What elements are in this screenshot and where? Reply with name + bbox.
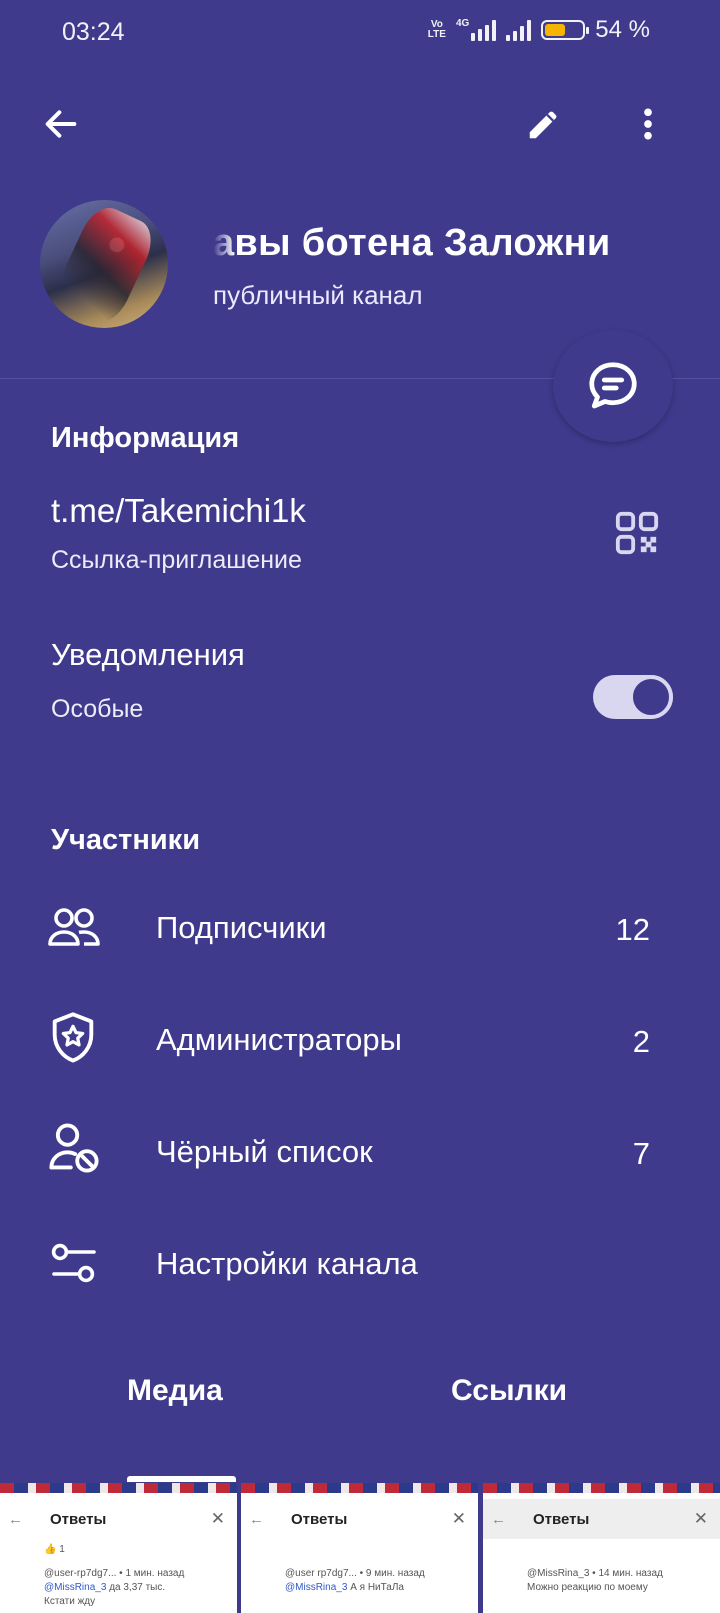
users-icon [48, 908, 100, 946]
media-thumbnail[interactable]: ← Ответы ✕ @MissRina_3 • 14 мин. назад М… [483, 1483, 720, 1613]
signal-bars-icon [471, 19, 497, 41]
channel-settings-label: Настройки канала [156, 1246, 418, 1281]
sliders-icon [51, 1243, 96, 1283]
notifications-label: Уведомления [51, 637, 245, 672]
administrators-row[interactable]: Администраторы 2 [0, 1002, 720, 1080]
edit-button[interactable] [520, 100, 568, 148]
thumb-back-icon: ← [249, 1510, 264, 1528]
invite-link-row[interactable]: t.me/Takemichi1k Ссылка-приглашение [0, 480, 720, 590]
volte-indicator: Vo LTE [427, 19, 446, 40]
info-section-title: Информация [51, 422, 240, 454]
tab-media[interactable]: Медиа [127, 1374, 223, 1408]
thumb-text-2: Кстати жду [44, 1596, 96, 1607]
qr-code-button[interactable] [614, 510, 660, 561]
discussion-button[interactable] [553, 330, 673, 442]
battery-percent: 54 % [595, 16, 650, 43]
toggle-knob [629, 675, 673, 719]
pencil-icon [529, 111, 557, 139]
administrators-count: 2 [632, 1024, 650, 1059]
more-vertical-icon [644, 108, 652, 140]
qr-code-icon [615, 511, 659, 555]
thumb-back-icon: ← [491, 1510, 506, 1528]
thumb-body: @MissRina_3 • 14 мин. назад Можно реакци… [527, 1543, 712, 1595]
more-button[interactable] [624, 100, 672, 148]
channel-subtitle: публичный канал [213, 280, 423, 310]
media-thumbnail[interactable]: ← Ответы ✕ @user rp7dg7... • 9 мин. наза… [241, 1483, 478, 1613]
thumb-title: Ответы [50, 1510, 107, 1528]
channel-title: авы ботена Заложни [213, 222, 611, 264]
thumb-close-icon: ✕ [451, 1509, 466, 1528]
battery-icon [541, 20, 590, 40]
shield-star-icon [52, 1012, 94, 1063]
signal-bars-2-icon [506, 19, 532, 41]
thumb-title: Ответы [533, 1510, 590, 1528]
media-thumbnail[interactable]: ← Ответы ✕ 👍 1 @user-rp7dg7... • 1 мин. … [0, 1483, 237, 1613]
channel-avatar[interactable] [40, 200, 168, 328]
status-time: 03:24 [62, 18, 125, 46]
thumb-meta: @user rp7dg7... • 9 мин. назад [285, 1568, 425, 1579]
thumb-body: @user rp7dg7... • 9 мин. назад @MissRina… [285, 1543, 470, 1595]
tab-links[interactable]: Ссылки [451, 1374, 567, 1408]
invite-link[interactable]: t.me/Takemichi1k [51, 492, 306, 530]
invite-link-caption: Ссылка-приглашение [51, 546, 302, 574]
thumb-likes: 1 [59, 1544, 65, 1555]
blacklist-label: Чёрный список [156, 1134, 373, 1169]
battery-fill [545, 24, 565, 36]
signal-4g: 4G [455, 18, 497, 41]
active-tab-indicator [127, 1476, 236, 1482]
user-blocked-icon [49, 1123, 99, 1173]
network-type: 4G [455, 18, 470, 29]
arrow-left-icon [45, 110, 77, 138]
thumb-mention: @MissRina_3 [44, 1582, 107, 1593]
status-icons: Vo LTE 4G 54 % [428, 16, 650, 44]
thumb-back-icon: ← [8, 1510, 23, 1528]
thumb-close-icon: ✕ [210, 1509, 225, 1528]
notifications-value: Особые [51, 695, 144, 723]
administrators-label: Администраторы [156, 1022, 402, 1057]
thumb-title: Ответы [291, 1510, 348, 1528]
thumb-mention: @MissRina_3 [285, 1582, 348, 1593]
thumb-text: А я НиТаЛа [350, 1582, 404, 1593]
members-section-title: Участники [51, 824, 201, 856]
thumb-text: Можно реакцию по моему [527, 1582, 648, 1593]
thumb-close-icon: ✕ [693, 1509, 708, 1528]
thumb-meta: @user-rp7dg7... • 1 мин. назад [44, 1568, 185, 1579]
channel-settings-row[interactable]: Настройки канала [0, 1226, 720, 1304]
notifications-toggle[interactable] [593, 675, 673, 719]
subscribers-row[interactable]: Подписчики 12 [0, 890, 720, 968]
blacklist-row[interactable]: Чёрный список 7 [0, 1114, 720, 1192]
chat-bubble-icon [589, 362, 637, 409]
thumb-body: 👍 1 @user-rp7dg7... • 1 мин. назад @Miss… [44, 1543, 229, 1609]
channel-title-marquee: авы ботена Заложни [213, 222, 683, 272]
blacklist-count: 7 [632, 1136, 650, 1171]
subscribers-count: 12 [615, 912, 650, 947]
subscribers-label: Подписчики [156, 910, 327, 945]
thumb-text: да 3,37 тыс. [109, 1582, 166, 1593]
thumb-meta: @MissRina_3 • 14 мин. назад [527, 1568, 663, 1579]
back-button[interactable] [37, 100, 85, 148]
